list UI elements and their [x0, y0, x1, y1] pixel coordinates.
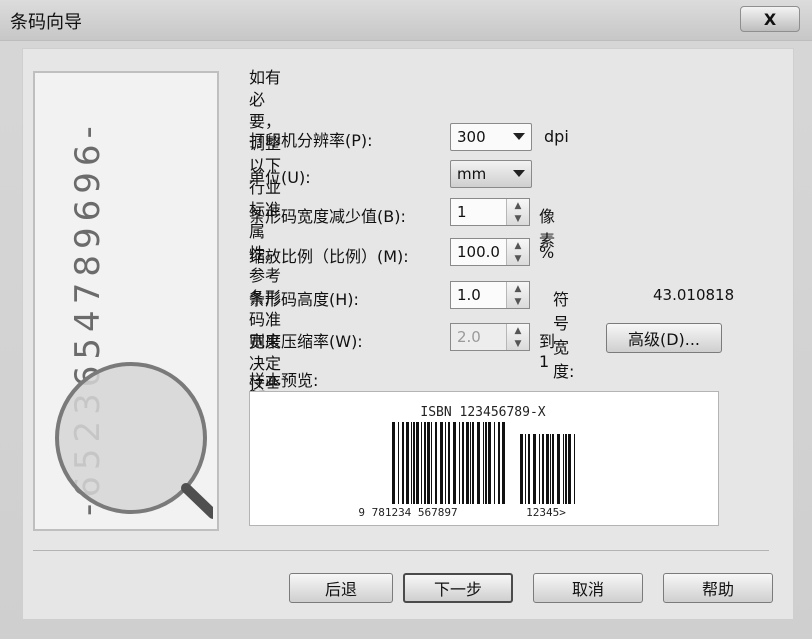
barcode-bar: [533, 434, 536, 504]
printer-resolution-label: 打印机分辨率(P):: [249, 131, 373, 150]
chevron-down-icon: [513, 133, 525, 140]
printer-resolution-select[interactable]: 300: [450, 123, 532, 151]
barcode-height-label: 条形码高度(H):: [249, 290, 359, 309]
main-barcode-bars: [392, 422, 505, 504]
barcode-bar: [550, 434, 551, 504]
divider: [33, 550, 769, 551]
dialog-window: 条码向导 X -6523654789696- 如有必要，调整以下行业标准属性。 …: [0, 0, 812, 639]
barcode-bar: [502, 422, 505, 504]
magnifier-handle-icon: [181, 483, 213, 519]
barcode-bar: [445, 422, 446, 504]
barcode-height-spinbox[interactable]: 1.0 ▲ ▼: [450, 281, 530, 309]
barcode-bar: [402, 422, 404, 504]
barcode-bar: [485, 422, 487, 504]
width-compression-label: 宽度压缩率(W):: [249, 332, 363, 351]
scale-spinbox[interactable]: 100.0 ▲ ▼: [450, 238, 530, 266]
barcode-bar: [528, 434, 530, 504]
barcode-bar: [542, 434, 544, 504]
barcode-bar: [462, 422, 464, 504]
title-bar: 条码向导 X: [0, 0, 812, 41]
barcode-bar: [416, 422, 419, 504]
unit-select[interactable]: mm: [450, 160, 532, 188]
barcode-bar: [427, 422, 430, 504]
unit-label: 单位(U):: [249, 168, 311, 187]
help-button[interactable]: 帮助: [663, 573, 773, 603]
bar-width-reduction-label: 条形码宽度减少值(B):: [249, 207, 406, 226]
symbol-width-label: 符号宽度:: [553, 290, 575, 381]
spin-down-icon[interactable]: ▼: [507, 252, 529, 265]
printer-resolution-unit: dpi: [544, 127, 569, 146]
symbol-width-value: 43.010818: [653, 286, 735, 304]
spin-up-icon[interactable]: ▲: [507, 324, 529, 337]
barcode-bar: [568, 434, 571, 504]
next-button[interactable]: 下一步: [403, 573, 513, 603]
spin-up-icon[interactable]: ▲: [507, 282, 529, 295]
back-button[interactable]: 后退: [289, 573, 393, 603]
sample-preview-label: 样本预览:: [249, 371, 319, 390]
spin-down-icon[interactable]: ▼: [507, 295, 529, 308]
barcode-bar: [483, 422, 484, 504]
barcode-illustration: -6523654789696-: [33, 71, 219, 531]
barcode-bar: [552, 434, 554, 504]
barcode-bar: [565, 434, 567, 504]
barcode-bar: [472, 422, 474, 504]
barcode-bar: [477, 422, 480, 504]
close-button[interactable]: X: [740, 6, 800, 32]
barcode-bar: [520, 434, 523, 504]
magnifier-illustration: -6523654789696-: [55, 120, 213, 519]
addon-barcode-bars: [520, 434, 575, 504]
isbn-text: ISBN 123456789-X: [420, 405, 545, 420]
window-title: 条码向导: [10, 12, 82, 33]
sample-preview-box: ISBN 123456789-X 9 781234 567897 12345>: [249, 391, 719, 526]
barcode-bar: [557, 434, 560, 504]
barcode-bar: [488, 422, 491, 504]
barcode-bar: [398, 422, 399, 504]
dialog-content: -6523654789696- 如有必要，调整以下行业标准属性。 参考条形码准则…: [22, 48, 794, 620]
barcode-bar: [406, 422, 409, 504]
width-compression-value: 2.0: [457, 328, 481, 346]
barcode-bar: [424, 422, 426, 504]
scale-unit: %: [539, 243, 555, 262]
barcode-bar: [453, 422, 456, 504]
spin-down-icon[interactable]: ▼: [507, 337, 529, 350]
addon-digits-text: 12345>: [526, 506, 566, 519]
barcode-bar: [413, 422, 415, 504]
scale-value: 100.0: [457, 243, 500, 261]
main-digits-text: 9 781234 567897: [358, 506, 457, 519]
chevron-down-icon: [513, 170, 525, 177]
unit-value: mm: [457, 165, 487, 183]
barcode-bar: [539, 434, 540, 504]
close-icon: X: [763, 9, 777, 29]
barcode-bar: [498, 422, 500, 504]
barcode-bar: [525, 434, 526, 504]
width-compression-to-label: 到 1: [539, 332, 556, 371]
barcode-bar: [421, 422, 422, 504]
barcode-height-value: 1.0: [457, 286, 481, 304]
barcode-bar: [563, 434, 564, 504]
barcode-bar: [459, 422, 460, 504]
barcode-bar: [435, 422, 437, 504]
barcode-bar: [466, 422, 469, 504]
barcode-bar: [546, 434, 549, 504]
cancel-button[interactable]: 取消: [533, 573, 643, 603]
width-compression-spinbox[interactable]: 2.0 ▲ ▼: [450, 323, 530, 351]
spin-up-icon[interactable]: ▲: [507, 239, 529, 252]
barcode-sample: ISBN 123456789-X 9 781234 567897 12345>: [358, 405, 575, 519]
barcode-bar: [494, 422, 495, 504]
spin-up-icon[interactable]: ▲: [507, 199, 529, 212]
barcode-bar: [431, 422, 432, 504]
bar-width-reduction-spinbox[interactable]: 1 ▲ ▼: [450, 198, 530, 226]
barcode-bar: [411, 422, 412, 504]
barcode-bar: [440, 422, 443, 504]
barcode-bar: [470, 422, 471, 504]
advanced-button[interactable]: 高级(D)...: [606, 323, 722, 353]
barcode-bar: [448, 422, 450, 504]
scale-label: 缩放比例（比例）(M):: [249, 247, 409, 266]
bar-width-reduction-value: 1: [457, 203, 467, 221]
spin-down-icon[interactable]: ▼: [507, 212, 529, 225]
printer-resolution-value: 300: [457, 128, 486, 146]
barcode-bar: [392, 422, 395, 504]
barcode-bar: [574, 434, 575, 504]
